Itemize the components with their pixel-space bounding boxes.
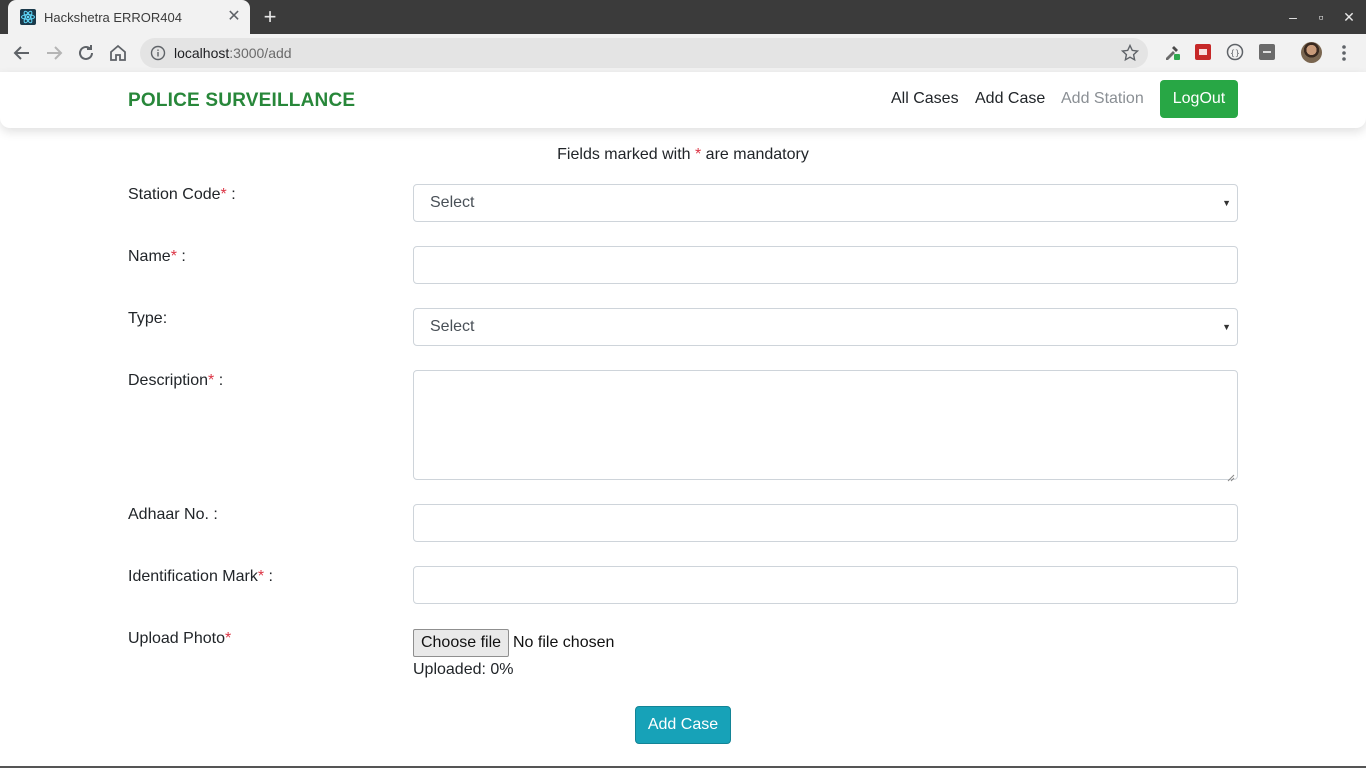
- required-star: *: [224, 630, 232, 647]
- upload-photo-label-text: Upload Photo: [128, 630, 225, 647]
- dropdown-caret-icon: ▼: [1222, 322, 1231, 332]
- eyedropper-extension-icon[interactable]: [1163, 43, 1181, 61]
- choose-file-button[interactable]: Choose file: [413, 629, 509, 657]
- description-textarea[interactable]: [413, 370, 1238, 482]
- site-info-icon[interactable]: [150, 45, 166, 61]
- label-colon: :: [214, 372, 224, 389]
- note-suffix: are mandatory: [701, 146, 809, 163]
- type-value: Select: [430, 318, 475, 335]
- dropdown-caret-icon: ▼: [1222, 198, 1231, 208]
- window-close-icon[interactable]: ✕: [1340, 8, 1358, 26]
- nav-add-case[interactable]: Add Case: [975, 90, 1045, 108]
- mandatory-note: Fields marked with * are mandatory: [0, 146, 1366, 164]
- description-label-text: Description: [128, 372, 209, 389]
- name-label-text: Name: [128, 248, 171, 265]
- name-input[interactable]: [413, 246, 1238, 284]
- station-code-value: Select: [430, 194, 475, 211]
- menu-kebab-icon[interactable]: [1336, 43, 1352, 63]
- maximize-icon[interactable]: ▫: [1312, 8, 1330, 26]
- note-prefix: Fields marked with: [557, 146, 695, 163]
- brand-title[interactable]: POLICE SURVEILLANCE: [128, 90, 355, 112]
- svg-text:{}: {}: [1230, 49, 1240, 58]
- logout-button[interactable]: LogOut: [1160, 80, 1238, 118]
- label-colon: :: [264, 568, 273, 585]
- browser-toolbar: localhost:3000/add {}: [0, 34, 1366, 72]
- url-path: :3000/add: [229, 45, 292, 61]
- identification-mark-label: Identification Mark* :: [128, 568, 273, 586]
- nav-add-station[interactable]: Add Station: [1061, 90, 1144, 108]
- type-select[interactable]: Select ▼: [413, 308, 1238, 346]
- add-case-submit-button[interactable]: Add Case: [635, 706, 731, 744]
- upload-progress-text: Uploaded: 0%: [413, 661, 514, 678]
- resize-grip-icon[interactable]: [1227, 469, 1235, 482]
- nav-all-cases[interactable]: All Cases: [891, 90, 959, 108]
- tab-title: Hackshetra ERROR404: [44, 10, 182, 25]
- identification-mark-input[interactable]: [413, 566, 1238, 604]
- description-label: Description* :: [128, 372, 223, 390]
- station-code-label: Station Code* :: [128, 186, 236, 204]
- code-extension-icon[interactable]: {}: [1226, 43, 1244, 61]
- reload-icon[interactable]: [74, 41, 98, 65]
- browser-tab[interactable]: Hackshetra ERROR404 ✕: [8, 0, 250, 34]
- react-favicon-icon: [20, 9, 36, 25]
- file-status-text: No file chosen: [513, 634, 615, 651]
- station-code-select[interactable]: Select ▼: [413, 184, 1238, 222]
- back-icon[interactable]: [10, 41, 34, 65]
- profile-avatar[interactable]: [1301, 42, 1322, 63]
- address-bar[interactable]: localhost:3000/add: [140, 38, 1148, 68]
- box-extension-icon[interactable]: [1258, 43, 1276, 61]
- tab-close-icon[interactable]: ✕: [226, 9, 242, 25]
- app-navbar: POLICE SURVEILLANCE All Cases Add Case A…: [0, 72, 1366, 128]
- browser-tabstrip: Hackshetra ERROR404 ✕ + – ▫ ✕: [0, 0, 1366, 34]
- home-icon[interactable]: [106, 41, 130, 65]
- identification-mark-label-text: Identification Mark: [128, 568, 258, 585]
- red-extension-icon[interactable]: [1194, 43, 1212, 61]
- label-colon: :: [226, 186, 236, 203]
- forward-icon[interactable]: [42, 41, 66, 65]
- type-label: Type:: [128, 310, 168, 327]
- label-colon: :: [176, 248, 186, 265]
- name-label: Name* :: [128, 248, 186, 266]
- url-host: localhost: [174, 45, 230, 61]
- minimize-icon[interactable]: –: [1284, 8, 1302, 26]
- new-tab-icon[interactable]: +: [260, 6, 280, 28]
- adhaar-input[interactable]: [413, 504, 1238, 542]
- upload-photo-label: Upload Photo*: [128, 630, 231, 648]
- adhaar-label: Adhaar No. :: [128, 506, 218, 523]
- url-text: localhost:3000/add: [174, 45, 292, 61]
- bookmark-star-icon[interactable]: [1120, 43, 1140, 63]
- station-code-label-text: Station Code: [128, 186, 221, 203]
